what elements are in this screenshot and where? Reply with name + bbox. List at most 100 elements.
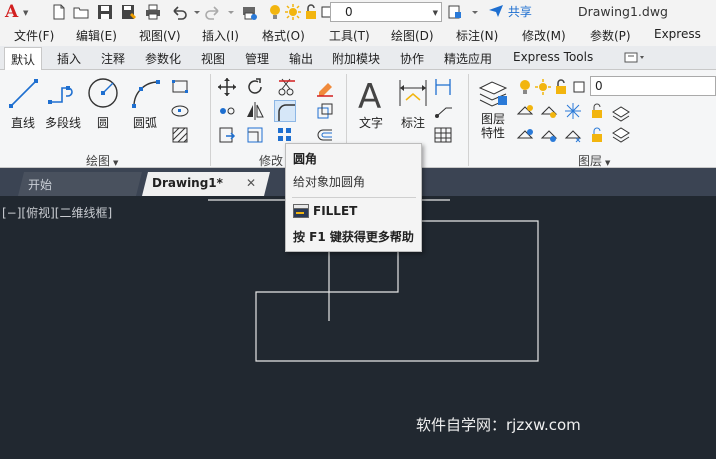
undo-icon[interactable]: [170, 3, 188, 21]
layer-dropdown[interactable]: 0 ▼: [330, 2, 442, 22]
tab-drawing1[interactable]: Drawing1* ✕: [142, 172, 270, 196]
tooltip-help: 按 F1 键获得更多帮助: [293, 230, 414, 244]
command-line-icon: [293, 204, 309, 218]
table-icon[interactable]: [432, 124, 454, 146]
lightbulb-icon[interactable]: [266, 3, 284, 21]
layer-properties-button[interactable]: 图层 特性: [470, 72, 516, 146]
share-button[interactable]: 共享: [488, 3, 532, 21]
hatch-icon[interactable]: [170, 124, 192, 146]
layer-on-icon[interactable]: [514, 124, 536, 146]
rotate-icon[interactable]: [244, 76, 266, 98]
undo-dropdown-icon[interactable]: [188, 3, 200, 21]
layers-panel-title[interactable]: 图层 ▼: [578, 152, 610, 169]
layer-properties-line2: 特性: [480, 126, 505, 140]
layer-thaw-icon[interactable]: [562, 124, 584, 146]
watermark-text: 软件自学网：rjzxw.com: [416, 416, 581, 434]
ribbon-minimize-button[interactable]: [624, 52, 646, 64]
tab-view[interactable]: 视图: [201, 50, 225, 67]
polyline-icon: [48, 86, 73, 104]
mirror-icon[interactable]: [244, 100, 266, 122]
leader-icon[interactable]: [432, 100, 454, 122]
erase-icon[interactable]: [314, 76, 336, 98]
app-menu-button[interactable]: A ▼: [4, 2, 30, 22]
text-label: 文字: [358, 116, 383, 130]
tab-annotate[interactable]: 注释: [101, 50, 125, 67]
tab-start[interactable]: 开始: [18, 172, 142, 196]
tab-collaborate[interactable]: 协作: [400, 50, 424, 67]
layer-unisolate-icon[interactable]: [538, 124, 560, 146]
tooltip-divider: [292, 197, 416, 198]
layer-isolate-icon[interactable]: [538, 100, 560, 122]
linear-dim-icon[interactable]: [432, 76, 454, 98]
menu-view[interactable]: 视图(V): [139, 27, 181, 44]
menu-file[interactable]: 文件(F): [14, 27, 54, 44]
menu-parametric[interactable]: 参数(P): [590, 27, 631, 44]
workspace-icon[interactable]: [446, 3, 464, 21]
tab-output[interactable]: 输出: [289, 50, 313, 67]
workspace-dropdown-icon[interactable]: [466, 3, 478, 21]
ellipse-icon[interactable]: [170, 100, 192, 122]
tab-featured-apps[interactable]: 精选应用: [444, 50, 492, 67]
menu-tools[interactable]: 工具(T): [329, 27, 370, 44]
fillet-icon[interactable]: [274, 100, 296, 122]
new-file-icon[interactable]: [50, 3, 68, 21]
tab-manage[interactable]: 管理: [245, 50, 269, 67]
menu-insert[interactable]: 插入(I): [202, 27, 239, 44]
tab-express-tools[interactable]: Express Tools: [513, 50, 593, 64]
save-icon[interactable]: [96, 3, 114, 21]
menu-edit[interactable]: 编辑(E): [76, 27, 117, 44]
tab-addins[interactable]: 附加模块: [332, 50, 380, 67]
panel-divider: [210, 74, 211, 166]
layer-match-icon[interactable]: [610, 100, 632, 122]
move-icon[interactable]: [216, 76, 238, 98]
layer-unlock-icon[interactable]: [586, 124, 608, 146]
redo-dropdown-icon[interactable]: [222, 3, 234, 21]
title-bar: A ▼ 0 ▼ 共享 Drawing1.dwg: [0, 0, 716, 24]
menu-bar: 文件(F) 编辑(E) 视图(V) 插入(I) 格式(O) 工具(T) 绘图(D…: [0, 24, 716, 46]
copy-icon[interactable]: [216, 100, 238, 122]
print-icon[interactable]: [144, 3, 162, 21]
array-icon[interactable]: [314, 100, 336, 122]
dimension-button[interactable]: 标注: [390, 72, 436, 146]
menu-draw[interactable]: 绘图(D): [391, 27, 434, 44]
text-button[interactable]: A 文字: [348, 72, 394, 146]
layer-walk-icon[interactable]: [610, 124, 632, 146]
fillet-tooltip: 圆角 给对象加圆角 FILLET 按 F1 键获得更多帮助: [285, 143, 422, 252]
redo-icon[interactable]: [204, 3, 222, 21]
tab-parametric[interactable]: 参数化: [145, 50, 181, 67]
tab-default[interactable]: 默认: [4, 47, 43, 70]
trim-icon[interactable]: [276, 76, 298, 98]
color-swatch-icon[interactable]: [568, 76, 590, 98]
close-icon[interactable]: ✕: [246, 176, 256, 190]
layer-freeze-icon[interactable]: [562, 100, 584, 122]
document-title: Drawing1.dwg: [578, 4, 668, 19]
layer-state-value: 0: [595, 79, 603, 93]
draw-panel-title[interactable]: 绘图 ▼: [86, 152, 118, 169]
dimension-label: 标注: [400, 116, 425, 130]
menu-express[interactable]: Express: [654, 27, 701, 41]
tooltip-description: 给对象加圆角: [293, 175, 366, 189]
text-icon: A: [358, 77, 381, 114]
scale-icon[interactable]: [244, 124, 266, 146]
layer-off-icon[interactable]: [514, 100, 536, 122]
open-folder-icon[interactable]: [72, 3, 90, 21]
menu-modify[interactable]: 修改(M): [522, 27, 566, 44]
menu-dimension[interactable]: 标注(N): [456, 27, 498, 44]
rectangle-icon[interactable]: [170, 76, 192, 98]
circle-button[interactable]: 圆: [80, 72, 126, 146]
share-label: 共享: [507, 5, 532, 19]
layer-lock-icon[interactable]: [586, 100, 608, 122]
tab-insert[interactable]: 插入: [57, 50, 81, 67]
arc-icon: [132, 80, 160, 108]
circle-icon: [88, 78, 118, 108]
stretch-icon[interactable]: [216, 124, 238, 146]
sun-icon[interactable]: [284, 3, 302, 21]
save-as-icon[interactable]: [120, 3, 138, 21]
arc-button[interactable]: 圆弧: [122, 72, 168, 146]
tooltip-title: 圆角: [293, 152, 318, 166]
tab-drawing1-label: Drawing1*: [152, 176, 223, 190]
layer-state-dropdown[interactable]: 0: [590, 76, 716, 96]
menu-format[interactable]: 格式(O): [262, 27, 305, 44]
modify-panel-title[interactable]: 修改: [259, 152, 283, 169]
plot-icon[interactable]: [240, 3, 258, 21]
